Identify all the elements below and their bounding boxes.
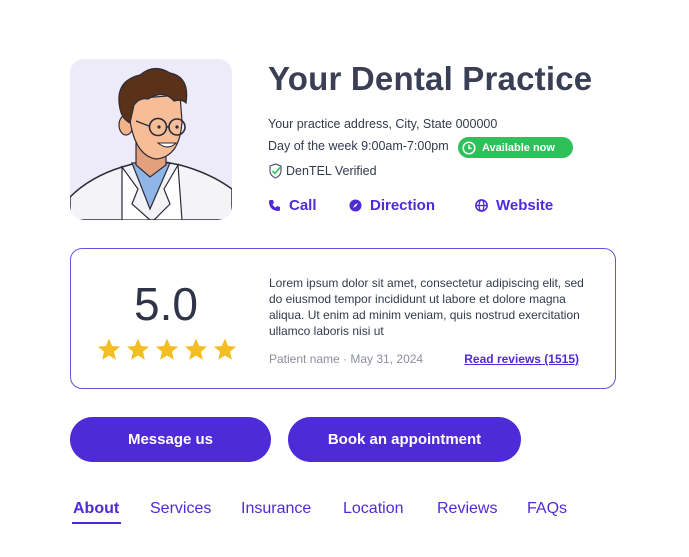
star-icon <box>213 338 237 360</box>
star-icon <box>184 338 208 360</box>
shield-check-icon <box>269 163 282 179</box>
availability-badge: Available now <box>458 137 573 158</box>
tab-insurance[interactable]: Insurance <box>241 500 311 518</box>
star-icon <box>126 338 150 360</box>
website-label: Website <box>496 197 554 214</box>
verified-label: DenTEL Verified <box>286 164 377 178</box>
tab-faqs[interactable]: FAQs <box>527 500 567 518</box>
practice-address: Your practice address, City, State 00000… <box>268 117 498 131</box>
website-link[interactable]: Website <box>475 197 553 214</box>
globe-icon <box>475 199 488 212</box>
star-icon <box>97 338 121 360</box>
message-button[interactable]: Message us <box>70 417 271 462</box>
clock-icon <box>462 140 476 155</box>
phone-icon <box>269 200 280 211</box>
star-rating <box>96 337 238 362</box>
review-meta: Patient name · May 31, 2024 <box>269 352 424 366</box>
review-card: 5.0 Lorem ipsum dolor sit amet, consecte… <box>70 248 616 389</box>
tab-services[interactable]: Services <box>150 500 211 518</box>
review-excerpt: Lorem ipsum dolor sit amet, consectetur … <box>269 276 584 338</box>
compass-icon <box>349 199 362 212</box>
tab-location[interactable]: Location <box>343 500 404 518</box>
call-link[interactable]: Call <box>268 197 317 214</box>
practice-hours: Day of the week 9:00am-7:00pm <box>268 139 449 153</box>
star-icon <box>155 338 179 360</box>
appointment-button[interactable]: Book an appointment <box>288 417 521 462</box>
call-label: Call <box>289 197 317 214</box>
dentist-avatar <box>70 59 232 220</box>
direction-link[interactable]: Direction <box>349 197 435 214</box>
tab-reviews[interactable]: Reviews <box>437 500 497 518</box>
section-tabs: About Services Insurance Location Review… <box>0 500 689 530</box>
read-reviews-link[interactable]: Read reviews (1515) <box>464 352 579 366</box>
tab-about[interactable]: About <box>71 500 122 524</box>
direction-label: Direction <box>370 197 436 214</box>
verified-row: DenTEL Verified <box>268 163 377 179</box>
rating-score: 5.0 <box>134 278 198 330</box>
availability-label: Available now <box>482 141 555 154</box>
practice-name: Your Dental Practice <box>268 60 593 97</box>
